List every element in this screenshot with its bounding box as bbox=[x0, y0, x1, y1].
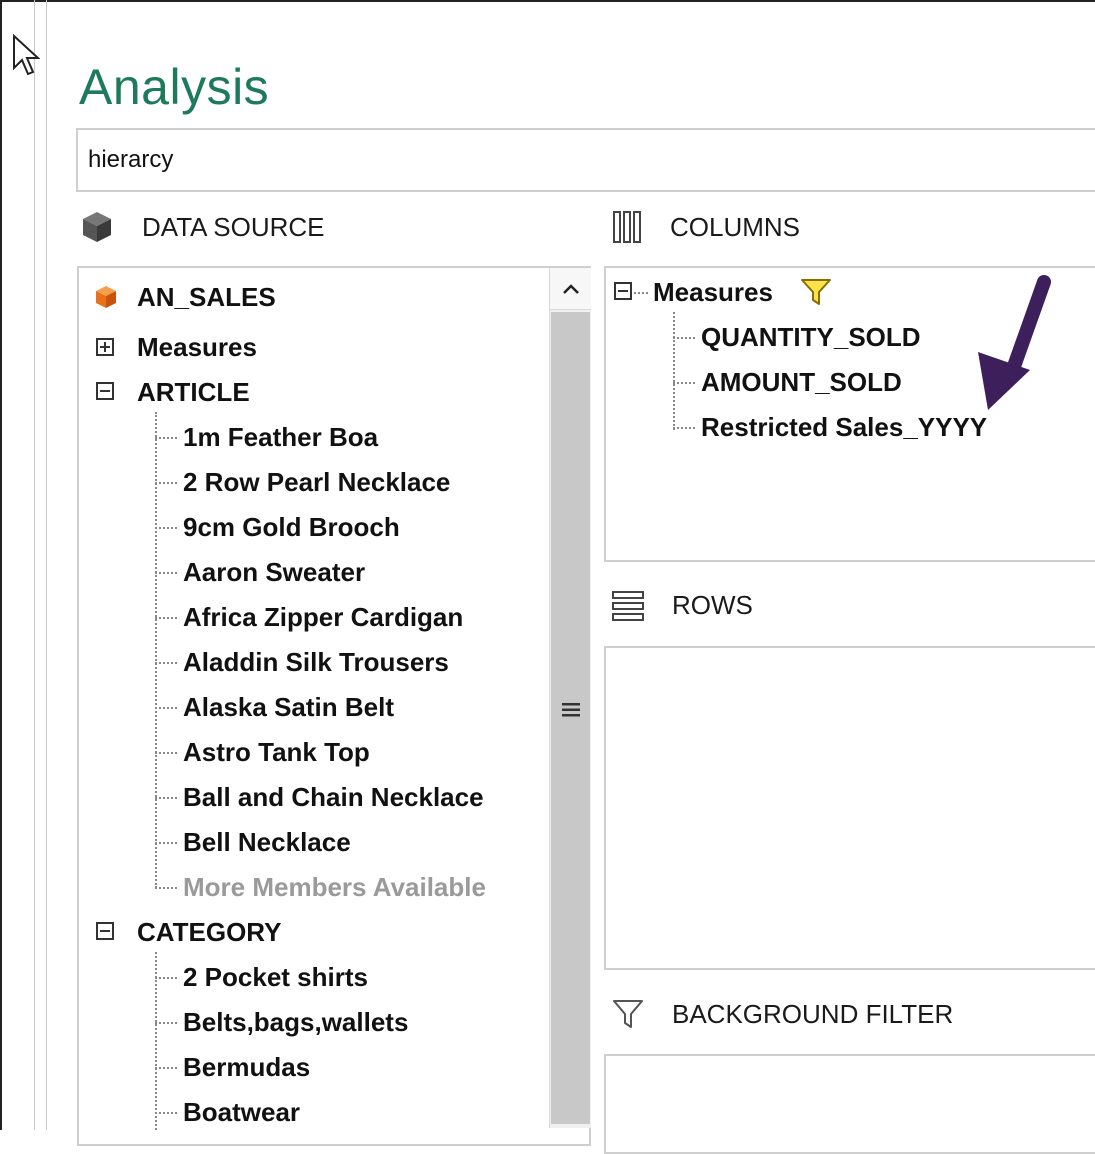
collapse-toggle-icon[interactable] bbox=[96, 922, 114, 940]
columns-icon bbox=[613, 211, 641, 243]
annotation-arrow-icon bbox=[978, 275, 1051, 410]
page-title: Analysis bbox=[79, 59, 270, 115]
list-item[interactable]: 9cm Gold Brooch bbox=[183, 512, 400, 542]
scroll-up-button[interactable] bbox=[550, 268, 591, 310]
tree-node-category[interactable]: CATEGORY bbox=[137, 917, 281, 947]
tree-connector bbox=[673, 337, 695, 339]
list-item[interactable]: 2 Row Pearl Necklace bbox=[183, 467, 450, 497]
data-source-label: DATA SOURCE bbox=[142, 211, 325, 242]
window-top-border bbox=[0, 0, 1095, 2]
list-item[interactable]: Belts,bags,wallets bbox=[183, 1007, 408, 1037]
columns-measures-node[interactable]: Measures bbox=[653, 277, 773, 307]
tree-connector bbox=[155, 1067, 177, 1069]
tree-root-an-sales[interactable]: AN_SALES bbox=[137, 282, 276, 312]
collapse-toggle-icon[interactable] bbox=[614, 282, 632, 300]
list-item[interactable]: Aladdin Silk Trousers bbox=[183, 647, 449, 677]
columns-header: COLUMNS bbox=[612, 210, 800, 244]
tree-connector bbox=[155, 572, 177, 574]
list-item[interactable]: Aaron Sweater bbox=[183, 557, 365, 587]
tree-connector bbox=[155, 617, 177, 619]
list-item[interactable]: Alaska Satin Belt bbox=[183, 692, 394, 722]
tree-connector bbox=[155, 977, 177, 979]
search-input-value[interactable]: hierarcy bbox=[88, 146, 173, 174]
list-item[interactable]: 2 Pocket shirts bbox=[183, 962, 368, 992]
data-source-header: DATA SOURCE bbox=[80, 210, 325, 244]
tree-connector bbox=[673, 312, 675, 430]
list-item[interactable]: Restricted Sales_YYYY bbox=[701, 412, 987, 442]
grip-icon bbox=[562, 703, 580, 717]
tree-connector bbox=[673, 427, 695, 429]
list-item[interactable]: AMOUNT_SOLD bbox=[701, 367, 902, 397]
cube-icon bbox=[83, 212, 111, 242]
cube-icon bbox=[96, 286, 116, 308]
tree-node-article[interactable]: ARTICLE bbox=[137, 377, 250, 407]
rows-panel[interactable] bbox=[604, 646, 1095, 970]
tree-connector bbox=[155, 707, 177, 709]
scroll-thumb[interactable] bbox=[551, 312, 590, 1124]
tree-connector bbox=[634, 292, 648, 294]
background-filter-label: BACKGROUND FILTER bbox=[672, 998, 954, 1029]
tree-connector bbox=[155, 662, 177, 664]
filter-icon bbox=[613, 1000, 643, 1028]
expand-toggle-icon[interactable] bbox=[96, 338, 114, 356]
data-source-scrollbar[interactable] bbox=[549, 268, 591, 1128]
list-item[interactable]: Bermudas bbox=[183, 1052, 310, 1082]
list-item[interactable]: Africa Zipper Cardigan bbox=[183, 602, 463, 632]
list-item[interactable]: Ball and Chain Necklace bbox=[183, 782, 484, 812]
list-item[interactable]: QUANTITY_SOLD bbox=[701, 322, 921, 352]
panel-gutter-line bbox=[46, 0, 47, 1130]
background-filter-header: BACKGROUND FILTER bbox=[612, 998, 953, 1030]
list-item[interactable]: Bell Necklace bbox=[183, 827, 351, 857]
search-input[interactable]: hierarcy bbox=[76, 128, 1095, 192]
tree-connector bbox=[673, 382, 695, 384]
tree-connector bbox=[155, 437, 177, 439]
tree-connector bbox=[155, 482, 177, 484]
rows-header: ROWS bbox=[612, 590, 753, 621]
tree-connector bbox=[155, 887, 177, 889]
collapse-toggle-icon[interactable] bbox=[96, 382, 114, 400]
tree-connector bbox=[155, 1112, 177, 1114]
filter-icon[interactable] bbox=[800, 278, 832, 306]
columns-label: COLUMNS bbox=[670, 211, 801, 242]
list-item[interactable]: Boatwear bbox=[183, 1097, 300, 1127]
tree-connector bbox=[155, 797, 177, 799]
mouse-cursor-icon bbox=[13, 34, 40, 76]
list-item[interactable]: Astro Tank Top bbox=[183, 737, 370, 767]
background-filter-panel[interactable] bbox=[604, 1054, 1095, 1154]
panel-gutter-line bbox=[34, 0, 35, 1130]
tree-connector bbox=[155, 1022, 177, 1024]
rows-icon bbox=[612, 590, 644, 621]
more-members-link[interactable]: More Members Available bbox=[183, 872, 486, 902]
window-left-border bbox=[0, 0, 2, 1130]
tree-connector bbox=[155, 842, 177, 844]
rows-label: ROWS bbox=[672, 590, 753, 620]
list-item[interactable]: 1m Feather Boa bbox=[183, 422, 378, 452]
chevron-up-icon bbox=[562, 283, 579, 294]
tree-connector bbox=[155, 752, 177, 754]
tree-connector bbox=[155, 527, 177, 529]
tree-node-measures[interactable]: Measures bbox=[137, 332, 257, 362]
